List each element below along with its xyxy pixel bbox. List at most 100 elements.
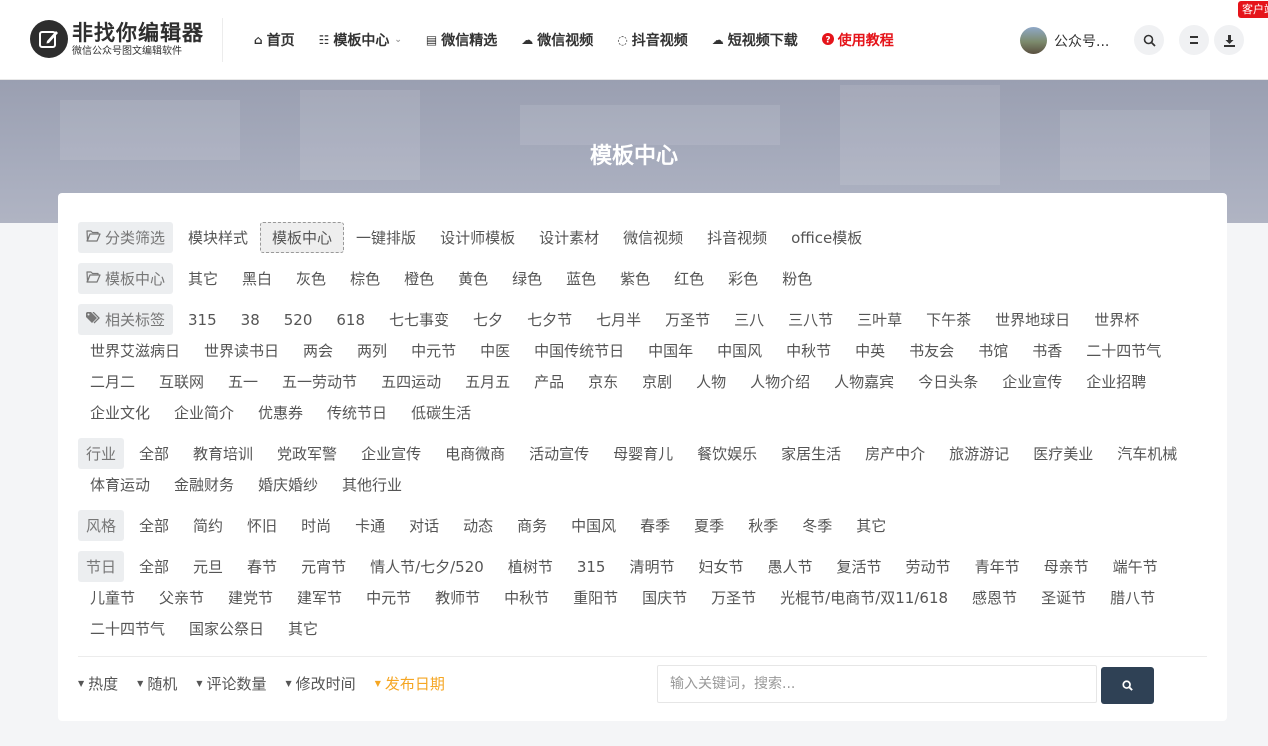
filter-option[interactable]: 人物嘉宾 (822, 366, 906, 397)
filter-option[interactable]: 绿色 (500, 263, 554, 294)
download-client-button[interactable] (1214, 25, 1244, 55)
filter-option[interactable]: 彩色 (716, 263, 770, 294)
filter-option[interactable]: 黑白 (230, 263, 284, 294)
nav-wechat-video[interactable]: ☁ 微信视频 (521, 30, 593, 50)
filter-option[interactable]: 中国风 (705, 335, 774, 366)
filter-option[interactable]: 微信视频 (611, 222, 695, 253)
filter-option[interactable]: 党政军警 (265, 438, 349, 469)
filter-option[interactable]: 母亲节 (1032, 551, 1101, 582)
search-input[interactable] (657, 665, 1097, 703)
filter-option[interactable]: 中国年 (636, 335, 705, 366)
filter-option[interactable]: 两列 (345, 335, 399, 366)
filter-option[interactable]: 书友会 (897, 335, 966, 366)
filter-option[interactable]: 人物介绍 (738, 366, 822, 397)
sort-option[interactable]: ▼ 随机 (137, 673, 177, 694)
filter-option[interactable]: 活动宣传 (517, 438, 601, 469)
filter-option[interactable]: 汽车机械 (1105, 438, 1189, 469)
filter-option[interactable]: 其它 (176, 263, 230, 294)
filter-option[interactable]: 五月五 (453, 366, 522, 397)
filter-option[interactable]: 模板中心 (260, 222, 345, 253)
filter-option[interactable]: 国家公祭日 (177, 613, 276, 644)
filter-option[interactable]: 人物 (684, 366, 738, 397)
filter-option[interactable]: 卡通 (343, 510, 397, 541)
filter-option[interactable]: 电商微商 (433, 438, 517, 469)
filter-option[interactable]: 旅游游记 (937, 438, 1021, 469)
filter-option[interactable]: 京剧 (630, 366, 684, 397)
filter-option[interactable]: 设计师模板 (428, 222, 527, 253)
filter-option[interactable]: 建军节 (285, 582, 354, 613)
filter-option[interactable]: 餐饮娱乐 (685, 438, 769, 469)
filter-option[interactable]: 企业简介 (162, 397, 246, 428)
filter-option[interactable]: 三八节 (776, 304, 845, 335)
filter-option[interactable]: 520 (272, 304, 325, 335)
filter-option[interactable]: 春节 (235, 551, 289, 582)
filter-option[interactable]: 商务 (505, 510, 559, 541)
filter-option[interactable]: 企业文化 (78, 397, 162, 428)
filter-option[interactable]: 其它 (276, 613, 330, 644)
filter-option[interactable]: 灰色 (284, 263, 338, 294)
filter-option[interactable]: 粉色 (770, 263, 824, 294)
sort-option[interactable]: ▼ 评论数量 (196, 673, 266, 694)
filter-option[interactable]: 父亲节 (147, 582, 216, 613)
filter-option[interactable]: 感恩节 (960, 582, 1029, 613)
filter-option[interactable]: 橙色 (392, 263, 446, 294)
filter-option[interactable]: 黄色 (446, 263, 500, 294)
filter-option[interactable]: 七七事变 (377, 304, 461, 335)
filter-option[interactable]: 产品 (522, 366, 576, 397)
filter-option[interactable]: 怀旧 (235, 510, 289, 541)
filter-option[interactable]: 企业招聘 (1074, 366, 1158, 397)
filter-option[interactable]: 重阳节 (561, 582, 630, 613)
filter-option[interactable]: 元宵节 (289, 551, 358, 582)
filter-option[interactable]: 教师节 (423, 582, 492, 613)
filter-option[interactable]: 建党节 (216, 582, 285, 613)
filter-option[interactable]: 二月二 (78, 366, 147, 397)
filter-option[interactable]: 愚人节 (756, 551, 825, 582)
filter-option[interactable]: 医疗美业 (1021, 438, 1105, 469)
search-button[interactable] (1101, 667, 1154, 704)
filter-option[interactable]: 38 (229, 304, 272, 335)
filter-option[interactable]: 中秋节 (492, 582, 561, 613)
filter-option[interactable]: 抖音视频 (695, 222, 779, 253)
filter-option[interactable]: 植树节 (496, 551, 565, 582)
filter-option[interactable]: 下午茶 (914, 304, 983, 335)
filter-option[interactable]: 618 (324, 304, 377, 335)
filter-option[interactable]: 互联网 (147, 366, 216, 397)
filter-option[interactable]: 设计素材 (527, 222, 611, 253)
filter-option[interactable]: 中医 (468, 335, 522, 366)
filter-option[interactable]: 今日头条 (906, 366, 990, 397)
filter-option[interactable]: 全部 (127, 510, 181, 541)
nav-douyin-video[interactable]: ◌ 抖音视频 (617, 30, 687, 50)
filter-option[interactable]: office模板 (779, 222, 874, 253)
filter-option[interactable]: 金融财务 (162, 469, 246, 500)
menu-toggle-button[interactable] (1179, 25, 1209, 55)
filter-option[interactable]: 棕色 (338, 263, 392, 294)
filter-option[interactable]: 动态 (451, 510, 505, 541)
filter-option[interactable]: 七夕 (461, 304, 515, 335)
filter-option[interactable]: 婚庆婚纱 (246, 469, 330, 500)
filter-option[interactable]: 蓝色 (554, 263, 608, 294)
filter-option[interactable]: 元旦 (181, 551, 235, 582)
filter-option[interactable]: 企业宣传 (349, 438, 433, 469)
filter-option[interactable]: 世界地球日 (983, 304, 1082, 335)
client-badge[interactable]: 客户端 (1238, 1, 1268, 18)
filter-option[interactable]: 两会 (291, 335, 345, 366)
filter-option[interactable]: 全部 (127, 551, 181, 582)
nav-short-video-download[interactable]: ☁ 短视频下载 (712, 30, 798, 50)
filter-option[interactable]: 京东 (576, 366, 630, 397)
filter-option[interactable]: 七月半 (584, 304, 653, 335)
user-menu[interactable]: 公众号... (1020, 27, 1109, 54)
filter-option[interactable]: 青年节 (963, 551, 1032, 582)
filter-option[interactable]: 七夕节 (515, 304, 584, 335)
filter-option[interactable]: 时尚 (289, 510, 343, 541)
filter-option[interactable]: 模块样式 (176, 222, 260, 253)
filter-option[interactable]: 二十四节气 (78, 613, 177, 644)
filter-option[interactable]: 妇女节 (687, 551, 756, 582)
filter-option[interactable]: 书香 (1020, 335, 1074, 366)
filter-option[interactable]: 中元节 (399, 335, 468, 366)
filter-option[interactable]: 冬季 (790, 510, 844, 541)
filter-option[interactable]: 全部 (127, 438, 181, 469)
filter-option[interactable]: 世界读书日 (192, 335, 291, 366)
site-logo[interactable]: 非找你编辑器 微信公众号图文编辑软件 (30, 20, 204, 58)
filter-option[interactable]: 五四运动 (369, 366, 453, 397)
search-toggle-button[interactable] (1134, 25, 1164, 55)
